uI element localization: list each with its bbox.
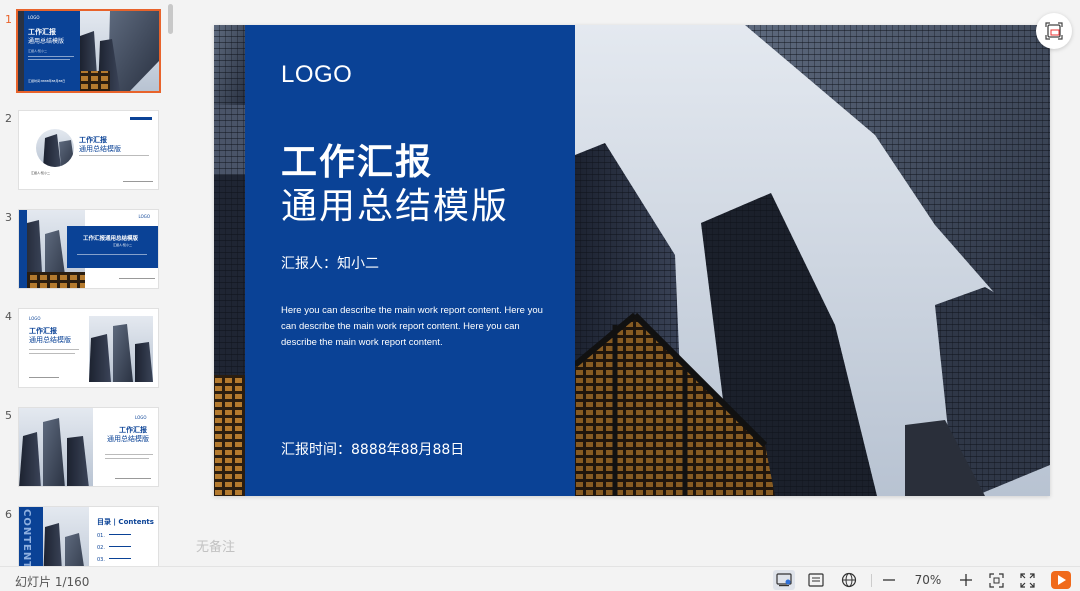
thumbnail-row-4[interactable]: 4 LOGO 工作汇报 通用总结模版 [0, 308, 170, 392]
thumbnail-row-6[interactable]: 6 CONTENTS 目录 | Contents 01. 02. 03. [0, 506, 170, 566]
thumb-circle-image [36, 129, 74, 167]
slide-thumbnail-2[interactable]: 工作汇报 通用总结模版 汇报人:知小二 [18, 110, 159, 190]
thumb-reporter: 汇报人:知小二 [28, 49, 48, 53]
thumb-logo: LOGO [28, 15, 40, 20]
thumb-logo: LOGO [135, 415, 147, 420]
thumb-title: 目录 | Contents [97, 518, 154, 526]
slide-thumbnail-4[interactable]: LOGO 工作汇报 通用总结模版 [18, 308, 159, 388]
zoom-in-button[interactable] [955, 570, 977, 590]
zoom-out-button[interactable] [878, 570, 900, 590]
thumbnail-number: 6 [5, 508, 12, 521]
thumb-time: 汇报时间:8888年88月88日 [28, 79, 66, 83]
fullscreen-button[interactable] [1016, 570, 1038, 590]
slide-building-image-left [214, 25, 245, 496]
screenshot-icon [1045, 22, 1063, 40]
thumbnail-row-2[interactable]: 2 工作汇报 通用总结模版 汇报人:知小二 [0, 110, 170, 194]
slide-thumbnail-5[interactable]: LOGO 工作汇报 通用总结模版 [18, 407, 159, 487]
slide-reporter[interactable]: 汇报人：知小二 [281, 253, 379, 273]
thumb-toc-item: 03. [97, 557, 105, 563]
fit-window-button[interactable] [985, 570, 1007, 590]
slide-thumbnail-1[interactable]: LOGO 工作汇报 通用总结模版 汇报人:知小二 汇报时间:8888年88月88… [16, 9, 161, 93]
normal-view-button[interactable] [773, 570, 795, 590]
current-slide[interactable]: LOGO 工作汇报 通用总结模版 汇报人：知小二 Here you can de… [214, 25, 1050, 496]
thumb-building-image [43, 507, 89, 566]
thumb-subtitle: 通用总结模版 [28, 38, 65, 45]
status-bar: 幻灯片 1/160 70% [0, 566, 1080, 591]
notes-view-icon [808, 573, 824, 587]
slide-logo[interactable]: LOGO [281, 61, 352, 89]
thumb-toc-item: 01. [97, 533, 105, 539]
slide-thumbnail-3[interactable]: 工作汇报通用总结模版 汇报人:知小二 LOGO [18, 209, 159, 289]
thumb-building-image [89, 316, 153, 382]
ai-tools-button[interactable] [1036, 13, 1072, 49]
thumbnail-row-5[interactable]: 5 LOGO 工作汇报 通用总结模版 [0, 407, 170, 491]
thumbnail-number: 2 [5, 112, 12, 125]
thumb-logo: LOGO [138, 214, 150, 219]
zoom-level[interactable]: 70% [912, 573, 944, 587]
thumbnail-row-1[interactable]: 1 LOGO 工作汇报 通用总结模版 汇报人:知小二 汇报时间:8888年88月… [0, 9, 170, 95]
fit-window-icon [988, 572, 1004, 588]
play-slideshow-button[interactable] [1050, 570, 1072, 590]
slide-building-image-right [575, 25, 1050, 496]
zoom-in-icon [960, 574, 972, 586]
thumbnail-number: 3 [5, 211, 12, 224]
slide-report-time[interactable]: 汇报时间：8888年88月88日 [281, 439, 464, 459]
thumb-building-image [19, 408, 93, 486]
thumb-logo: LOGO [29, 316, 41, 321]
notes-view-button[interactable] [805, 570, 827, 590]
slide-description[interactable]: Here you can describe the main work repo… [281, 303, 543, 351]
thumb-side-text: CONTENTS [21, 509, 32, 566]
thumb-building-image [80, 11, 159, 91]
normal-view-icon [776, 573, 792, 587]
thumb-toc-item: 02. [97, 545, 105, 551]
status-divider [871, 574, 872, 587]
slide-thumbnail-panel: 1 LOGO 工作汇报 通用总结模版 汇报人:知小二 汇报时间:8888年88月… [0, 0, 178, 566]
thumb-subtitle: 通用总结模版 [107, 435, 149, 443]
slide-subtitle[interactable]: 通用总结模版 [281, 177, 509, 229]
thumbnail-number: 1 [5, 13, 12, 26]
thumbnail-number: 4 [5, 310, 12, 323]
web-icon [841, 572, 857, 588]
play-icon [1051, 571, 1071, 589]
thumb-subtitle: 通用总结模版 [29, 336, 71, 344]
fullscreen-icon [1019, 572, 1035, 588]
slide-counter: 幻灯片 1/160 [15, 575, 90, 589]
thumb-title: 工作汇报通用总结模版 [83, 236, 139, 242]
zoom-out-icon [883, 579, 895, 581]
thumb-subtitle: 通用总结模版 [79, 145, 121, 153]
slide-thumbnail-6[interactable]: CONTENTS 目录 | Contents 01. 02. 03. [18, 506, 159, 566]
notes-placeholder[interactable]: 无备注 [196, 536, 235, 555]
thumbnail-row-3[interactable]: 3 工作汇报通用总结模版 汇报人:知小二 LOGO [0, 209, 170, 293]
thumb-reporter: 汇报人:知小二 [113, 243, 133, 247]
thumb-reporter: 汇报人:知小二 [31, 171, 51, 175]
slide-blue-panel: LOGO 工作汇报 通用总结模版 汇报人：知小二 Here you can de… [245, 25, 575, 496]
thumbnail-number: 5 [5, 409, 12, 422]
web-view-button[interactable] [838, 570, 860, 590]
